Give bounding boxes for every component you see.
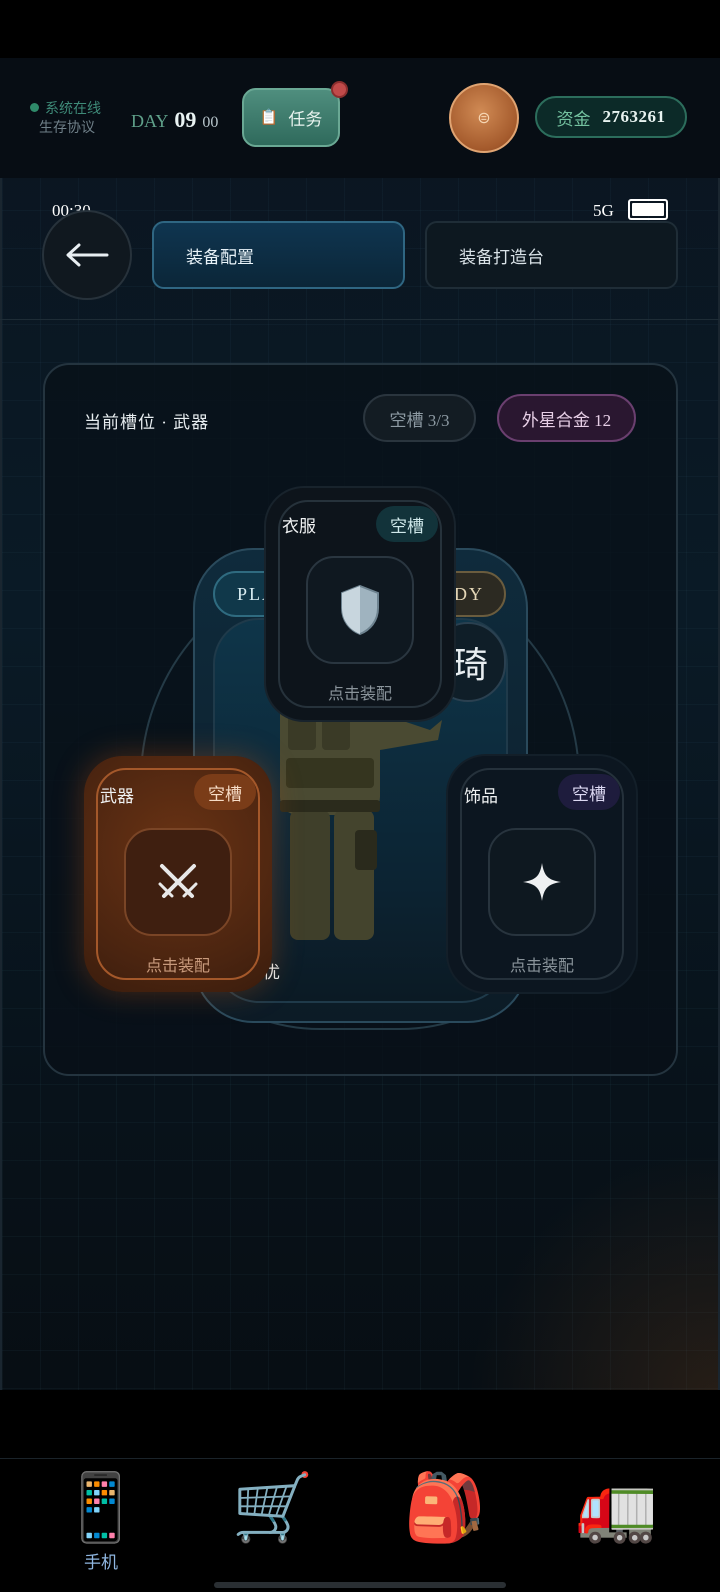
weapon-slot-title: 武器 xyxy=(100,787,134,806)
shield-icon xyxy=(341,584,379,636)
accessory-slot-title: 饰品 xyxy=(464,787,498,806)
cart-icon: 🛒 xyxy=(231,1470,315,1544)
lower-bar xyxy=(0,1390,720,1458)
day-counter: DAY 09 00 xyxy=(131,107,218,133)
task-notification-dot xyxy=(331,81,348,98)
clothes-empty-badge: 空槽 xyxy=(376,506,438,542)
network-indicator: 5G xyxy=(593,201,614,220)
home-indicator[interactable] xyxy=(214,1582,506,1588)
battery-fill xyxy=(632,203,664,216)
avatar-button[interactable]: ⊜ xyxy=(449,83,519,153)
battery-icon xyxy=(628,199,668,220)
arrow-left-icon xyxy=(66,243,109,267)
weapon-equip-hint: 点击装配 xyxy=(145,958,210,975)
clothes-equip-hint: 点击装配 xyxy=(327,686,392,703)
back-button[interactable] xyxy=(42,210,132,300)
online-dot-icon xyxy=(30,103,39,112)
day-minutes: 00 xyxy=(202,114,219,131)
funds-label: 资金 xyxy=(556,109,591,129)
weapon-icon-box[interactable] xyxy=(124,828,232,936)
funds-display: 资金 2763261 xyxy=(535,96,687,138)
phone-icon: 📱 xyxy=(59,1470,143,1544)
accessory-slot[interactable]: 饰品 空槽 点击装配 xyxy=(448,756,636,992)
funds-value: 2763261 xyxy=(602,107,666,126)
truck-icon: 🚛 xyxy=(575,1470,659,1544)
nav-backpack[interactable]: 🎒 xyxy=(400,1468,490,1546)
tab-equipment-config[interactable]: 装备配置 xyxy=(152,221,405,289)
clothes-icon-box[interactable] xyxy=(306,556,414,664)
alien-alloy-badge: 外星合金 12 xyxy=(497,394,636,442)
accessory-icon-box[interactable] xyxy=(488,828,596,936)
clipboard-icon: 📋 xyxy=(259,110,279,126)
clothes-slot-title: 衣服 xyxy=(282,517,316,536)
task-button[interactable]: 📋 任务 xyxy=(242,88,340,147)
nav-phone-label: 手机 xyxy=(84,1553,118,1572)
day-number: 09 xyxy=(174,107,197,132)
protocol-label: 生存协议 xyxy=(39,119,95,135)
warm-glow xyxy=(458,1158,718,1398)
backpack-icon: 🎒 xyxy=(403,1470,487,1544)
weapon-empty-badge: 空槽 xyxy=(194,774,256,810)
crossed-swords-icon xyxy=(158,864,198,898)
day-prefix: DAY xyxy=(131,111,169,131)
online-label: 系统在线 xyxy=(45,100,101,116)
nav-phone[interactable]: 📱 手机 xyxy=(56,1468,146,1573)
nav-shop[interactable]: 🛒 xyxy=(228,1468,318,1546)
weapon-slot[interactable]: 武器 空槽 点击装配 xyxy=(84,756,272,992)
tab-forge[interactable]: 装备打造台 xyxy=(425,221,678,289)
robot-icon: ⊜ xyxy=(477,110,491,127)
current-slot-label: 当前槽位 · 武器 xyxy=(84,413,210,432)
nav-truck[interactable]: 🚛 xyxy=(572,1468,662,1546)
clothes-slot[interactable]: 衣服 空槽 点击装配 xyxy=(266,488,454,720)
task-label: 任务 xyxy=(288,110,323,129)
accessory-equip-hint: 点击装配 xyxy=(509,958,574,975)
soldier-figure xyxy=(280,695,442,940)
empty-slots-badge: 空槽 3/3 xyxy=(363,394,476,442)
system-status: 系统在线 生存协议 xyxy=(30,99,101,137)
accessory-empty-badge: 空槽 xyxy=(558,774,620,810)
sparkle-icon xyxy=(523,863,561,901)
